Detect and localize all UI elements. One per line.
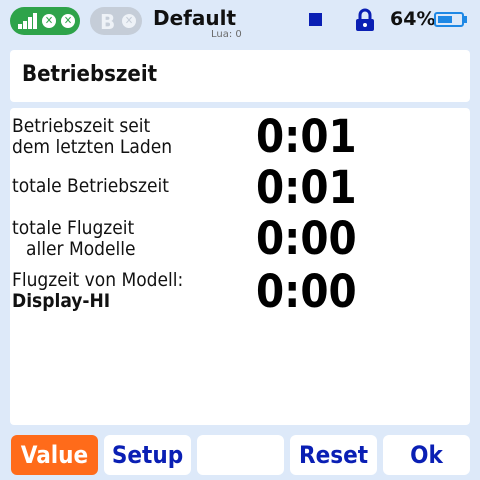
stop-icon	[309, 13, 322, 26]
page-title: Betriebszeit	[22, 62, 158, 87]
title-panel: Betriebszeit	[10, 50, 470, 102]
content-panel: Betriebszeit seit dem letzten Laden 0:01…	[10, 108, 470, 425]
button-bar: Value Setup Reset Ok	[0, 433, 480, 480]
close-icon: ✕	[42, 14, 56, 28]
battery-nub	[464, 16, 467, 23]
ok-button[interactable]: Ok	[383, 435, 470, 475]
status-bar: ✕ ✕ B ✕ Default Lua: 0 64%	[0, 0, 480, 42]
battery-fill	[438, 16, 452, 23]
rf-status-pill[interactable]: ✕ ✕	[10, 7, 80, 35]
bluetooth-status-pill[interactable]: B ✕	[90, 7, 142, 35]
stat-label: totale Betriebszeit	[12, 175, 169, 197]
lock-icon	[356, 8, 374, 31]
battery-icon	[434, 12, 464, 27]
stat-label: totale Flugzeit aller Modelle	[12, 217, 136, 260]
battery-percent: 64%	[390, 8, 436, 30]
close-icon: ✕	[61, 14, 75, 28]
setup-button[interactable]: Setup	[104, 435, 191, 475]
model-name-label: Display-HI	[12, 290, 111, 312]
close-icon: ✕	[122, 14, 136, 28]
stat-value: 0:01	[256, 110, 357, 163]
stat-value: 0:00	[256, 265, 357, 318]
signal-icon	[18, 13, 37, 29]
reset-button[interactable]: Reset	[290, 435, 377, 475]
stat-value: 0:00	[256, 212, 357, 265]
lua-status: Lua: 0	[211, 29, 242, 40]
empty-button[interactable]	[197, 435, 284, 475]
stat-label: Betriebszeit seit dem letzten Laden	[12, 115, 173, 158]
stat-label: Flugzeit von Modell: Display-HI	[12, 269, 184, 312]
model-name[interactable]: Default	[153, 6, 236, 30]
bluetooth-icon: B	[100, 10, 116, 34]
stat-value: 0:01	[256, 161, 357, 214]
value-button[interactable]: Value	[11, 435, 98, 475]
